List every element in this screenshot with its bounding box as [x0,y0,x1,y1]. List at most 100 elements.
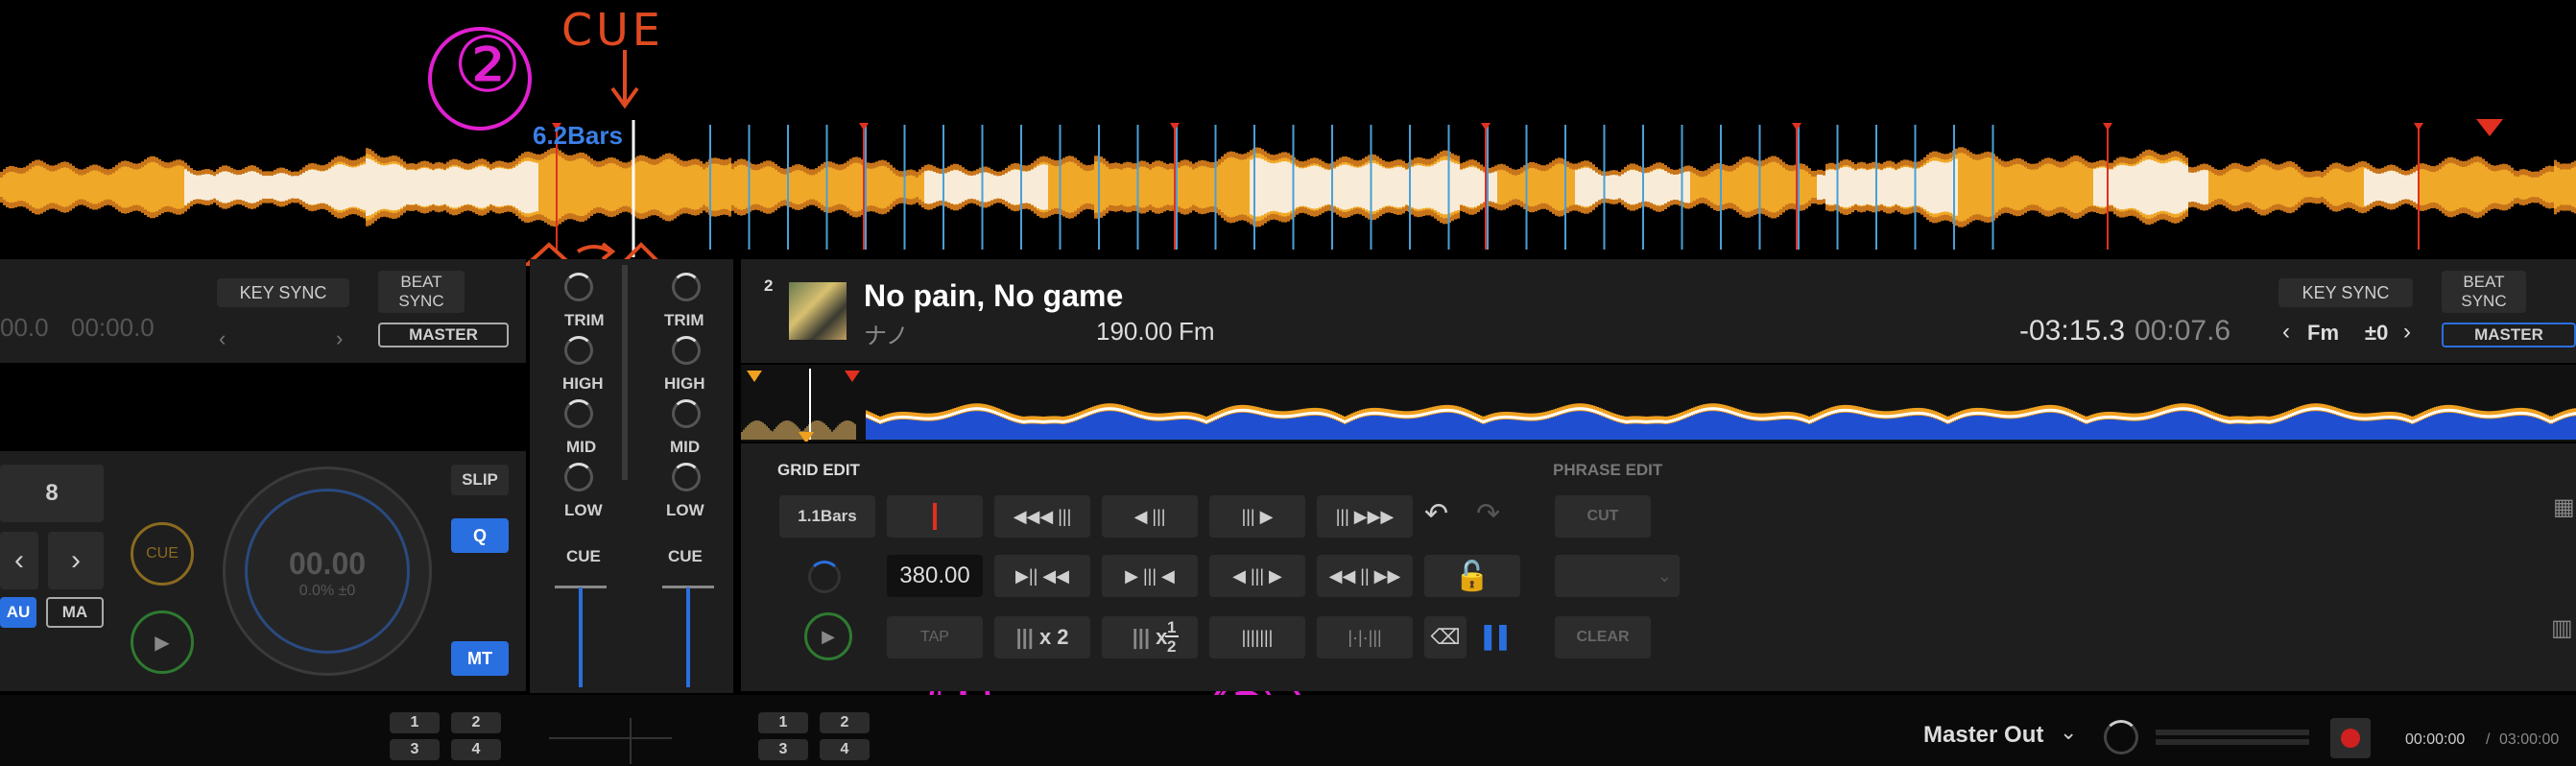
grid-expand-button[interactable]: ▶ ||| ◀ [1102,555,1198,597]
ch2-high-knob[interactable] [672,336,701,365]
quantize-button[interactable]: Q [451,518,509,553]
shrink-icon: ◀ ||| ▶ [1232,565,1282,586]
mixer-divider [622,265,628,480]
left-arrow-next-icon[interactable]: › [48,532,104,589]
left-pad-value[interactable]: 8 [0,465,104,522]
annotation-cue: CUE [561,4,664,56]
phrase-cut-button[interactable]: CUT [1555,495,1651,538]
right-beat-sync-button[interactable]: BEAT SYNC [2442,271,2526,313]
left-arrow-prev-icon[interactable]: ‹ [0,532,38,589]
ch1-trim-knob[interactable] [564,273,593,301]
grid-lines-icon: ||| [1015,625,1034,649]
grid-metronome-button[interactable]: ▌▌ [1478,616,1520,658]
left-pad-4[interactable]: 4 [451,739,501,760]
crossfader-handle[interactable] [630,718,632,764]
grid-shift-right-button[interactable]: ||| ▶ [1209,495,1305,538]
grid-lines-icon: ||| [1132,625,1151,649]
ch1-trim-label: TRIM [564,311,605,329]
ch2-low-knob[interactable] [672,463,701,491]
grid-view-icon[interactable]: ▦ [2553,493,2575,521]
play-icon: ▶ [822,626,835,646]
phrase-clear-button[interactable]: CLEAR [1555,616,1651,658]
ch2-low-label: LOW [666,501,704,519]
left-au-button[interactable]: AU [0,597,36,628]
grid-shrink-button[interactable]: ◀ ||| ▶ [1209,555,1305,597]
right-master-button[interactable]: MASTER [2442,323,2576,347]
grid-double-button[interactable]: ||| x 2 [994,616,1090,658]
right-key-offset: ±0 [2365,321,2389,345]
grid-clear-icon-button[interactable]: ⌫ [1424,616,1467,658]
ch2-trim-knob[interactable] [672,273,701,301]
left-jog-wheel[interactable]: 00.00 0.0% ±0 [223,467,432,676]
left-play-button[interactable]: ▶ [131,610,194,674]
half-label: x [1156,625,1168,649]
ch2-mid-label: MID [670,438,701,456]
right-pad-3[interactable]: 3 [758,739,808,760]
crossfader-track[interactable] [549,737,672,739]
left-pad-3[interactable]: 3 [390,739,440,760]
grid-tighten-button[interactable]: ||||||| [1209,616,1305,658]
phrase-edit-title: PHRASE EDIT [1553,461,1663,479]
grid-shift-left-button[interactable]: ◀ ||| [1102,495,1198,538]
grid-shift-left-fast-button[interactable]: ◀◀◀ ||| [994,495,1090,538]
left-key-sync-button[interactable]: KEY SYNC [217,278,349,307]
slip-button[interactable]: SLIP [451,465,509,495]
right-key-sync-button[interactable]: KEY SYNC [2278,278,2413,307]
left-key-next-icon[interactable]: › [336,326,343,351]
right-key-prev-icon[interactable]: ‹ [2282,319,2290,346]
chevron-down-icon[interactable]: ⌄ [2060,720,2077,745]
undo-icon[interactable]: ↶ [1424,497,1448,531]
bpm-input[interactable]: 380.00 [887,555,983,597]
tap-button[interactable]: TAP [887,616,983,658]
right-key-next-icon[interactable]: › [2403,319,2411,346]
grid-lock-button[interactable]: 🔓 [1424,555,1520,597]
grid-cue-marker-button[interactable] [887,495,983,538]
grid-half-button[interactable]: ||| x 1 2 [1102,616,1198,658]
ch1-mid-knob[interactable] [564,399,593,428]
right-time-remaining: -03:15.3 [2019,315,2126,347]
bpm-knob[interactable] [808,561,841,593]
right-pad-2[interactable]: 2 [820,712,870,733]
grid-shift-right-fast-button[interactable]: ||| ▶▶▶ [1317,495,1413,538]
ch1-high-knob[interactable] [564,336,593,365]
waveform-bars-icon[interactable]: ▥ [2551,614,2573,642]
ch1-low-knob[interactable] [564,463,593,491]
album-artwork [789,282,847,340]
master-out-label[interactable]: Master Out [1923,722,2043,749]
left-cue-button[interactable]: CUE [131,522,194,586]
record-button[interactable] [2330,718,2371,758]
redo-icon[interactable]: ↷ [1476,497,1500,531]
lock-icon: 🔓 [1454,560,1491,592]
shift-right-icon: ||| ▶ [1241,506,1274,526]
overview-waveform[interactable] [741,365,2576,442]
grid-widen-button[interactable]: |·|·||| [1317,616,1413,658]
ch2-cue-label[interactable]: CUE [668,547,703,566]
track-title: No pain, No game [864,278,1124,313]
track-bpm: 190.00 [1096,317,1173,346]
right-key-display: Fm [2307,321,2339,345]
left-pad-2[interactable]: 2 [451,712,501,733]
ch1-high-label: HIGH [562,374,604,393]
ch1-cue-label[interactable]: CUE [566,547,601,566]
ch2-mid-knob[interactable] [672,399,701,428]
right-pad-4[interactable]: 4 [820,739,870,760]
phrase-select-dropdown[interactable]: ⌄ [1555,555,1680,597]
right-pad-1[interactable]: 1 [758,712,808,733]
double-label: x 2 [1038,625,1069,649]
left-ma-button[interactable]: MA [46,597,104,628]
grid-expand-left-button[interactable]: ▶|| ◀◀ [994,555,1090,597]
ch1-fader-track[interactable] [579,587,583,687]
ch2-fader-track[interactable] [686,587,690,687]
grid-play-button[interactable]: ▶ [804,612,852,660]
annotation-2: ② [453,20,522,109]
master-tempo-button[interactable]: MT [451,641,509,676]
left-beat-sync-button[interactable]: BEAT SYNC [378,271,465,313]
grid-shrink-fast-button[interactable]: ◀◀ || ▶▶ [1317,555,1413,597]
left-time-elapsed: 00:00.0 [71,313,155,342]
shift-left-icon: ◀ ||| [1133,506,1166,526]
grid-bars-button[interactable]: 1.1Bars [779,495,875,538]
left-master-button[interactable]: MASTER [378,323,509,347]
master-volume-knob[interactable] [2104,720,2138,754]
left-pad-1[interactable]: 1 [390,712,440,733]
left-key-prev-icon[interactable]: ‹ [219,326,226,351]
